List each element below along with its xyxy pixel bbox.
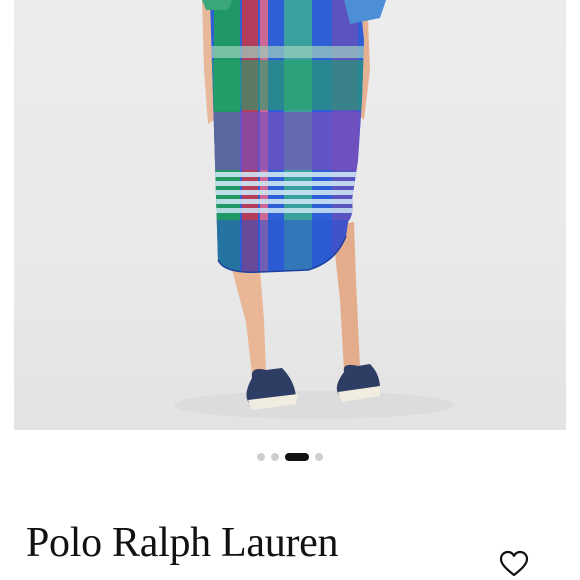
heart-outline-icon bbox=[499, 550, 529, 577]
carousel-dot[interactable] bbox=[315, 453, 323, 461]
brand-title: Polo Ralph Lauren bbox=[26, 520, 339, 566]
product-photo-illustration bbox=[174, 0, 454, 419]
left-leg bbox=[232, 270, 266, 374]
left-cuff bbox=[202, 0, 232, 10]
carousel-dot[interactable] bbox=[257, 453, 265, 461]
carousel-dot-active[interactable] bbox=[285, 453, 309, 461]
product-image[interactable] bbox=[14, 0, 566, 430]
favorite-button[interactable] bbox=[498, 549, 530, 579]
carousel-indicator bbox=[0, 450, 580, 464]
right-cuff bbox=[344, 0, 386, 24]
carousel-dot[interactable] bbox=[271, 453, 279, 461]
floor-shadow bbox=[174, 391, 454, 419]
